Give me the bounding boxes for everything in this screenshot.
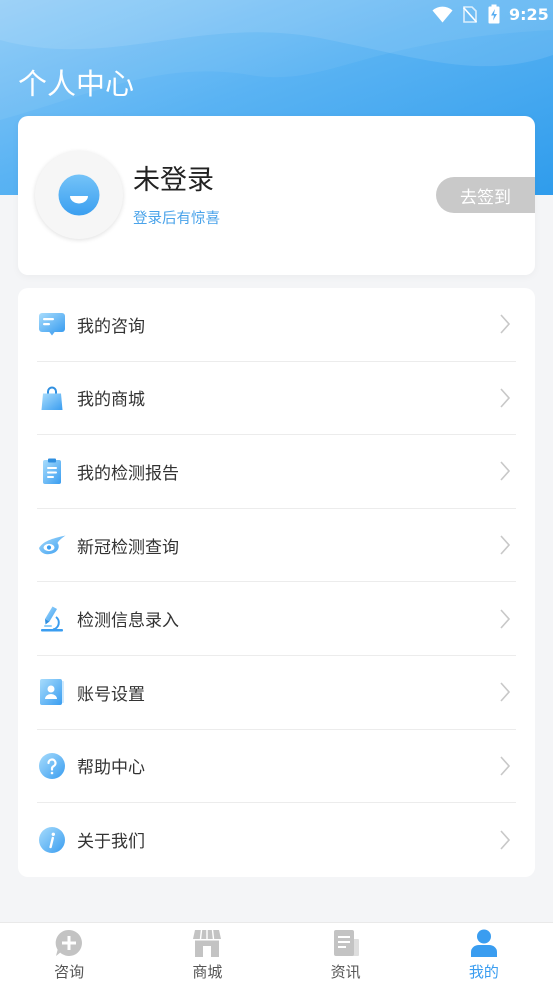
menu-item-account-settings[interactable]: 账号设置 [37,656,516,730]
chevron-right-icon [499,608,511,630]
profile-icon [469,928,499,958]
shopping-bag-icon [38,384,66,412]
page-title: 个人中心 [18,67,135,101]
login-hint[interactable]: 登录后有惊喜 [133,211,220,227]
checkin-button[interactable]: 去签到 [436,177,535,213]
wifi-icon [432,6,453,23]
tab-label: 商城 [192,963,223,981]
chat-bubble-icon [38,310,66,338]
avatar[interactable] [35,151,123,239]
battery-charging-icon [488,4,500,24]
menu-card: 我的咨询 我的商城 我的检测报告 新冠检测查询 检测信息录入 账号设置 帮助中心… [18,288,535,877]
tab-label: 资讯 [330,963,361,981]
tab-label: 咨询 [54,963,85,981]
tab-bar: 咨询 商城 资讯 我的 [0,922,553,983]
chevron-right-icon [499,534,511,556]
news-icon [331,928,361,958]
clipboard-report-icon [38,457,66,485]
chevron-right-icon [499,829,511,851]
chevron-right-icon [499,460,511,482]
tab-mall[interactable]: 商城 [138,923,276,983]
status-time: 9:25 [509,5,549,24]
menu-item-my-mall[interactable]: 我的商城 [37,362,516,436]
menu-item-label: 帮助中心 [77,758,145,779]
menu-item-test-info-entry[interactable]: 检测信息录入 [37,582,516,656]
status-bar: 9:25 [0,0,553,30]
menu-item-help-center[interactable]: 帮助中心 [37,730,516,804]
no-sim-icon [463,6,477,23]
tab-label: 我的 [468,963,499,981]
menu-item-covid-query[interactable]: 新冠检测查询 [37,509,516,583]
menu-item-my-consult[interactable]: 我的咨询 [37,288,516,362]
chevron-right-icon [499,681,511,703]
covid-eye-icon [38,531,66,559]
tab-news[interactable]: 资讯 [277,923,415,983]
chevron-right-icon [499,755,511,777]
menu-item-label: 我的咨询 [77,316,145,337]
menu-item-about-us[interactable]: 关于我们 [37,803,516,877]
store-icon [192,928,222,958]
microscope-pen-icon [38,605,66,633]
info-icon [38,826,66,854]
menu-item-label: 新冠检测查询 [77,537,179,558]
menu-item-label: 我的商城 [77,390,145,411]
account-card-icon [38,678,66,706]
menu-item-label: 检测信息录入 [77,611,179,632]
smiley-icon [58,174,100,216]
tab-mine[interactable]: 我的 [415,923,553,983]
chevron-right-icon [499,313,511,335]
menu-item-my-reports[interactable]: 我的检测报告 [37,435,516,509]
menu-item-label: 账号设置 [77,684,145,705]
profile-card[interactable]: 未登录 登录后有惊喜 去签到 [18,116,535,275]
chevron-right-icon [499,387,511,409]
help-icon [38,752,66,780]
tab-consult[interactable]: 咨询 [0,923,138,983]
consult-plus-icon [54,928,84,958]
user-name[interactable]: 未登录 [133,166,214,196]
menu-item-label: 我的检测报告 [77,463,179,484]
menu-item-label: 关于我们 [77,832,145,853]
